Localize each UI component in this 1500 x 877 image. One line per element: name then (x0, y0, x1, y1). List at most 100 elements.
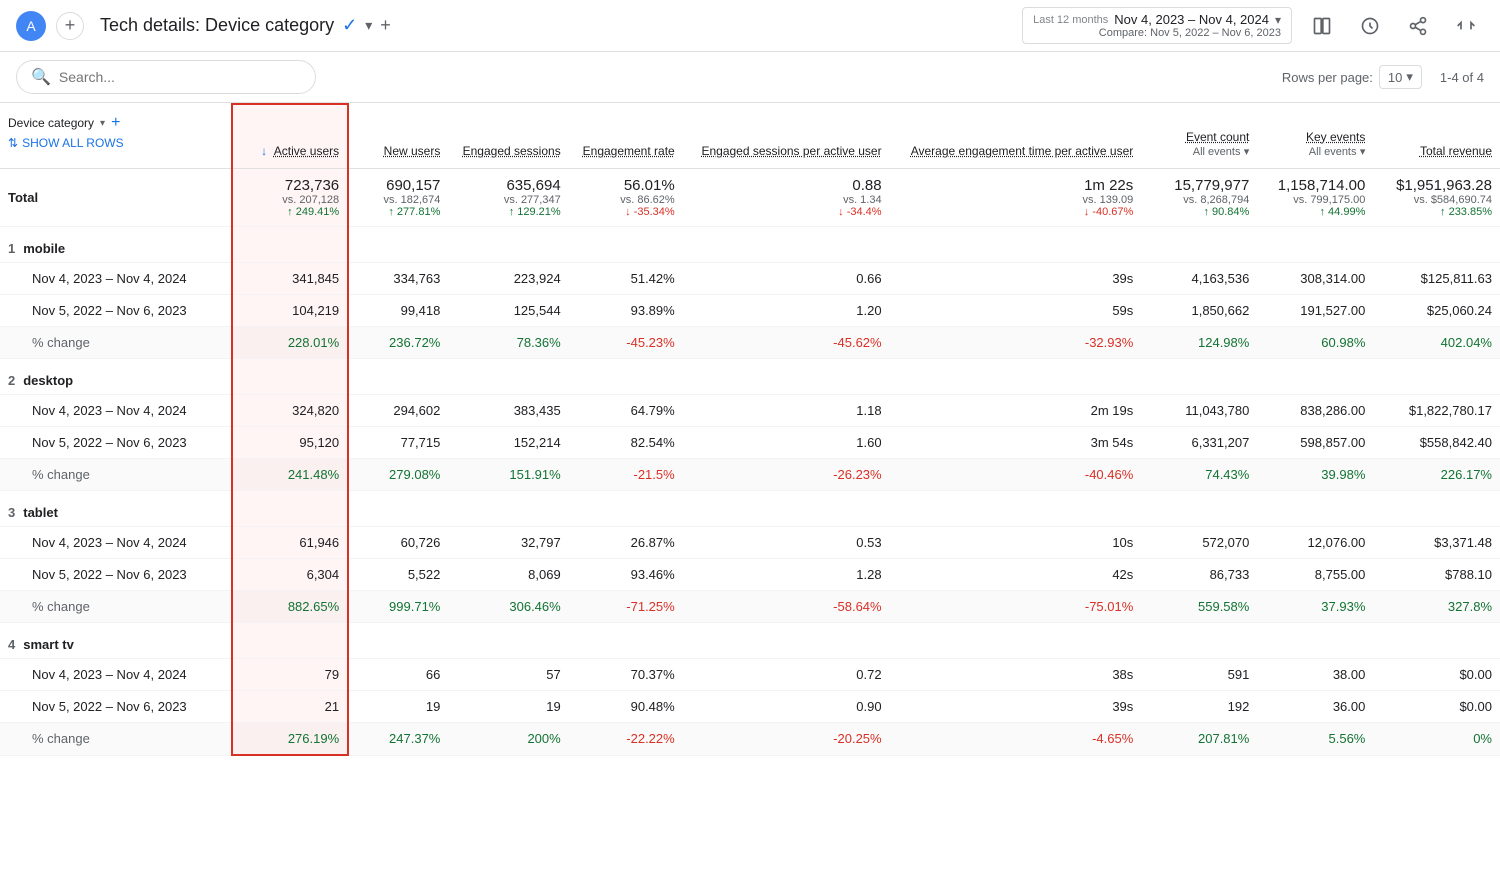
date1-engaged-per-user: 0.72 (683, 659, 890, 691)
date1-engaged-per-user: 0.53 (683, 527, 890, 559)
date2-new-users: 77,715 (348, 427, 448, 459)
col-header-new-users[interactable]: New users (348, 104, 448, 169)
category-name: 3tablet (0, 491, 232, 527)
pct-key-events: 60.98% (1257, 327, 1373, 359)
totals-new-users: 690,157 vs. 182,674 ↑ 277.81% (348, 169, 448, 227)
date1-event-count: 572,070 (1141, 527, 1257, 559)
table-row: 3tablet (0, 491, 1500, 527)
pct-event-count: 74.43% (1141, 459, 1257, 491)
title-plus-icon[interactable]: + (380, 15, 391, 36)
date2-label: Nov 5, 2022 – Nov 6, 2023 (0, 427, 232, 459)
compare-icon-button[interactable] (1304, 8, 1340, 44)
date2-revenue: $0.00 (1373, 691, 1500, 723)
search-input[interactable] (59, 69, 301, 85)
date1-engagement-rate: 70.37% (569, 659, 683, 691)
share-icon-button[interactable] (1400, 8, 1436, 44)
col-header-engagement-rate[interactable]: Engagement rate (569, 104, 683, 169)
event-count-dropdown-icon[interactable]: ▾ (1244, 146, 1250, 158)
pct-engaged-sessions: 200% (448, 723, 568, 756)
date-range-primary: Last 12 months Nov 4, 2023 – Nov 4, 2024… (1033, 12, 1281, 27)
date1-revenue: $1,822,780.17 (1373, 395, 1500, 427)
date1-revenue: $0.00 (1373, 659, 1500, 691)
date2-label: Nov 5, 2022 – Nov 6, 2023 (0, 295, 232, 327)
date2-active-users: 104,219 (232, 295, 348, 327)
date2-key-events: 191,527.00 (1257, 295, 1373, 327)
date1-engaged-sessions: 223,924 (448, 263, 568, 295)
add-tab-button[interactable]: + (56, 12, 84, 40)
pct-new-users: 236.72% (348, 327, 448, 359)
col-header-event-count[interactable]: Event count All events ▾ (1141, 104, 1257, 169)
date1-label: Nov 4, 2023 – Nov 4, 2024 (0, 395, 232, 427)
pct-key-events: 5.56% (1257, 723, 1373, 756)
date1-new-users: 66 (348, 659, 448, 691)
pct-avg-time: -4.65% (890, 723, 1142, 756)
date1-key-events: 838,286.00 (1257, 395, 1373, 427)
pct-avg-time: -40.46% (890, 459, 1142, 491)
event-count-col-label: Event count (1186, 130, 1249, 144)
date1-key-events: 12,076.00 (1257, 527, 1373, 559)
avatar[interactable]: A (16, 11, 46, 41)
table-row: % change 882.65% 999.71% 306.46% -71.25%… (0, 591, 1500, 623)
table-row: % change 228.01% 236.72% 78.36% -45.23% … (0, 327, 1500, 359)
device-category-chevron-icon[interactable]: ▾ (100, 118, 105, 129)
table-row: Nov 5, 2022 – Nov 6, 2023 6,304 5,522 8,… (0, 559, 1500, 591)
col-header-avg-time[interactable]: Average engagement time per active user (890, 104, 1142, 169)
header-bar: A + Tech details: Device category ✓ ▾ + … (0, 0, 1500, 52)
table-header-row: Device category ▾ + ⇅ SHOW ALL ROWS ↓ Ac… (0, 104, 1500, 169)
date1-revenue: $125,811.63 (1373, 263, 1500, 295)
insights-icon-button[interactable] (1352, 8, 1388, 44)
col-header-total-revenue[interactable]: Total revenue (1373, 104, 1500, 169)
category-active-users-empty (232, 227, 348, 263)
date1-active-users: 324,820 (232, 395, 348, 427)
col-header-key-events[interactable]: Key events All events ▾ (1257, 104, 1373, 169)
rows-per-page-value: 10 (1388, 70, 1402, 85)
rows-per-page-select[interactable]: 10 ▾ (1379, 65, 1422, 89)
engagement-rate-col-label: Engagement rate (583, 144, 675, 158)
search-box[interactable]: 🔍 (16, 60, 316, 94)
pct-new-users: 279.08% (348, 459, 448, 491)
date2-engaged-sessions: 19 (448, 691, 568, 723)
pct-revenue: 402.04% (1373, 327, 1500, 359)
col-header-active-users[interactable]: ↓ Active users (232, 104, 348, 169)
pct-avg-time: -32.93% (890, 327, 1142, 359)
date1-engagement-rate: 51.42% (569, 263, 683, 295)
date2-new-users: 19 (348, 691, 448, 723)
key-events-dropdown-icon[interactable]: ▾ (1360, 146, 1366, 158)
pct-label: % change (0, 459, 232, 491)
total-revenue-col-label: Total revenue (1420, 144, 1492, 158)
col-header-engaged-sessions[interactable]: Engaged sessions (448, 104, 568, 169)
date1-new-users: 294,602 (348, 395, 448, 427)
date1-key-events: 308,314.00 (1257, 263, 1373, 295)
show-all-rows-label: SHOW ALL ROWS (22, 136, 124, 150)
sort-arrow-icon: ↓ (261, 144, 267, 158)
date2-engaged-per-user: 1.20 (683, 295, 890, 327)
date1-avg-time: 2m 19s (890, 395, 1142, 427)
date2-event-count: 1,850,662 (1141, 295, 1257, 327)
date2-engagement-rate: 82.54% (569, 427, 683, 459)
engaged-per-user-col-label: Engaged sessions per active user (701, 144, 881, 158)
date-range-selector[interactable]: Last 12 months Nov 4, 2023 – Nov 4, 2024… (1022, 7, 1292, 44)
date2-event-count: 86,733 (1141, 559, 1257, 591)
show-all-rows-button[interactable]: ⇅ SHOW ALL ROWS (8, 132, 223, 158)
date1-engaged-sessions: 57 (448, 659, 568, 691)
table-row: Nov 4, 2023 – Nov 4, 2024 61,946 60,726 … (0, 527, 1500, 559)
pct-new-users: 999.71% (348, 591, 448, 623)
category-active-users-empty (232, 623, 348, 659)
title-chevron-icon[interactable]: ▾ (365, 17, 372, 34)
date2-engaged-sessions: 125,544 (448, 295, 568, 327)
add-dimension-button[interactable]: + (111, 114, 120, 132)
date1-event-count: 4,163,536 (1141, 263, 1257, 295)
date2-key-events: 598,857.00 (1257, 427, 1373, 459)
date2-avg-time: 59s (890, 295, 1142, 327)
date2-label: Nov 5, 2022 – Nov 6, 2023 (0, 559, 232, 591)
pct-engaged-sessions: 306.46% (448, 591, 568, 623)
date1-engaged-sessions: 32,797 (448, 527, 568, 559)
totals-revenue: $1,951,963.28 vs. $584,690.74 ↑ 233.85% (1373, 169, 1500, 227)
table-row: 2desktop (0, 359, 1500, 395)
pct-engagement-rate: -45.23% (569, 327, 683, 359)
col-header-engaged-per-user[interactable]: Engaged sessions per active user (683, 104, 890, 169)
pct-revenue: 0% (1373, 723, 1500, 756)
pct-active-users: 276.19% (232, 723, 348, 756)
more-icon-button[interactable] (1448, 8, 1484, 44)
category-name: 4smart tv (0, 623, 232, 659)
